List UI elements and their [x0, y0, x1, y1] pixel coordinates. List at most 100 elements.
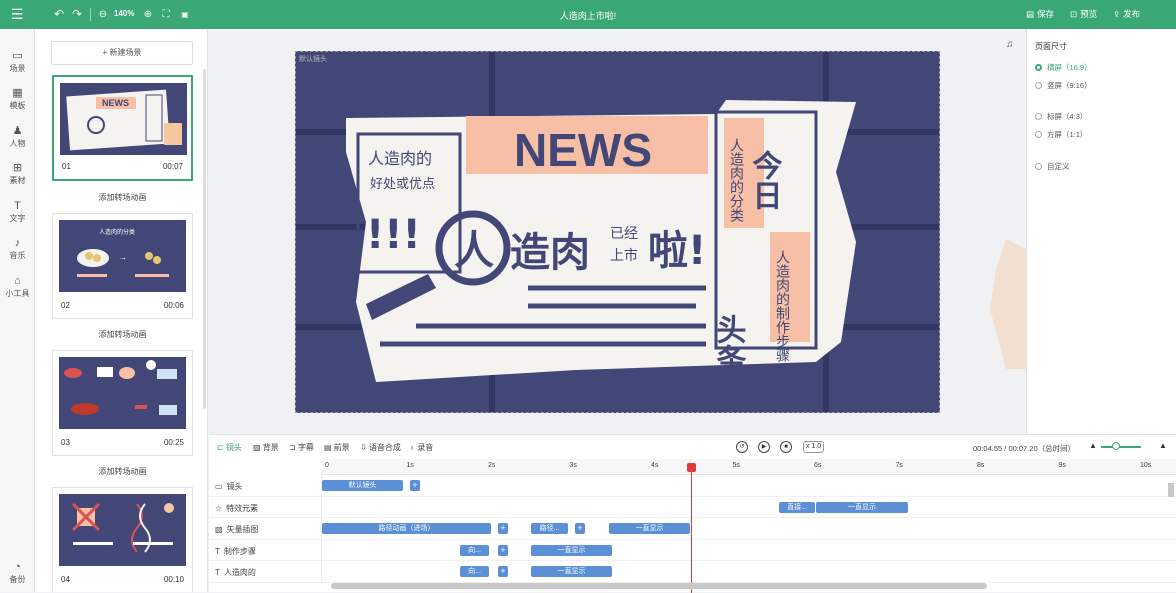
new-scene-button[interactable]: + 新建场景 — [51, 41, 193, 65]
replay-icon[interactable]: ↺ — [736, 441, 748, 453]
tab-record[interactable]: ♁ 录音 — [409, 442, 433, 453]
tab-subtitle[interactable]: ⊐ 字幕 — [289, 442, 314, 453]
timeline-zoom-slider[interactable] — [1101, 446, 1141, 448]
music-note-icon[interactable]: ♫ — [1006, 39, 1014, 50]
page-size-panel: 页面尺寸 横屏（16:9） 竖屏（9:16） 标屏（4:3） 方屏（1:1） 自… — [1026, 29, 1176, 434]
scene-card-01[interactable]: NEWS 01 00:07 — [52, 75, 193, 181]
track-effects: ☆ 特效元素 直接... 一直显示 — [209, 496, 1176, 518]
sidebar-item-backup[interactable]: ◔ 备份 — [0, 561, 35, 585]
fit-screen-icon[interactable]: ▣ — [178, 0, 192, 29]
zoom-in-timeline-icon[interactable]: ▲ — [1159, 441, 1167, 450]
clip-path-animation[interactable]: 路径动画（进场） — [322, 523, 491, 534]
add-clip-button[interactable]: + — [575, 523, 585, 534]
size-option-landscape[interactable]: 横屏（16:9） — [1035, 62, 1092, 73]
ruler-tick: 9s — [1058, 462, 1066, 469]
tab-foreground[interactable]: ▤ 前景 — [324, 442, 350, 453]
size-option-square[interactable]: 方屏（1:1） — [1035, 129, 1087, 140]
sidebar-item-tools[interactable]: ⌂ 小工具 — [0, 275, 35, 299]
scene-duration: 00:25 — [163, 438, 184, 447]
big-chars-meat: 造肉 — [510, 230, 590, 276]
save-icon: ▤ — [1026, 8, 1035, 19]
fullscreen-icon[interactable]: ⛶ — [159, 0, 173, 29]
save-button[interactable]: ▤ 保存 — [1026, 8, 1054, 20]
clip-always-show[interactable]: 一直显示 — [816, 501, 908, 513]
scene-icon: ▭ — [12, 50, 23, 62]
stop-icon[interactable]: ■ — [780, 441, 792, 453]
tab-shot[interactable]: ⊏ 镜头 — [217, 442, 242, 453]
ruler-tick: 2s — [488, 462, 496, 469]
playhead-handle[interactable] — [687, 463, 696, 472]
sidebar-item-template[interactable]: ▦ 模板 — [0, 87, 35, 111]
text-box-icon: T — [215, 568, 220, 577]
add-transition-link[interactable]: 添加转场动画 — [52, 466, 193, 477]
zoom-out-icon[interactable]: ⊖ — [96, 0, 110, 29]
sidebar-item-scene[interactable]: ▭ 场景 — [0, 50, 35, 74]
clip-always-show[interactable]: 一直显示 — [531, 544, 612, 556]
ruler-tick: 4s — [651, 462, 659, 469]
preview-button[interactable]: ⊡ 预览 — [1070, 8, 1097, 20]
ruler-tick: 5s — [732, 462, 740, 469]
slider-handle[interactable] — [1112, 442, 1120, 450]
ruler-tick: 1s — [406, 462, 414, 469]
backup-icon: ◔ — [14, 561, 21, 573]
radio-icon — [1035, 131, 1042, 138]
menu-icon[interactable]: ☰ — [8, 0, 26, 29]
add-clip-button[interactable]: + — [410, 480, 420, 491]
add-transition-link[interactable]: 添加转场动画 — [52, 192, 193, 203]
image-icon: ▧ — [215, 525, 223, 534]
size-option-standard[interactable]: 标屏（4:3） — [1035, 111, 1087, 122]
scene-card-03[interactable]: 03 00:25 — [52, 350, 193, 456]
zoom-in-icon[interactable]: ⊕ — [141, 0, 155, 29]
divider — [90, 8, 91, 21]
play-icon[interactable]: ▶ — [758, 441, 770, 453]
size-option-custom[interactable]: 自定义 — [1035, 161, 1070, 172]
svg-text:→: → — [119, 253, 127, 262]
clip-default-shot[interactable]: 默认镜头 — [322, 480, 403, 491]
sidebar-item-text[interactable]: T 文字 — [0, 200, 35, 224]
scene-card-02[interactable]: 人造肉的分类 → 02 00:06 — [52, 213, 193, 319]
scene-list-scrollbar[interactable] — [203, 69, 206, 409]
size-option-portrait[interactable]: 竖屏（9:16） — [1035, 80, 1092, 91]
add-clip-button[interactable]: + — [498, 566, 508, 577]
redo-icon[interactable]: ↷ — [70, 0, 84, 29]
clip-path[interactable]: 路径... — [531, 523, 568, 534]
scene-card-04[interactable]: 04 00:10 — [52, 487, 193, 592]
timeline-hscroll[interactable] — [331, 583, 987, 589]
news-headline: NEWS — [514, 124, 652, 176]
speed-button[interactable]: x 1.0 — [803, 441, 824, 453]
tab-background[interactable]: ▨ 背景 — [253, 442, 279, 453]
sidebar-item-music[interactable]: ♪ 音乐 — [0, 237, 35, 261]
tab-tts[interactable]: ⇩ 语音合成 — [360, 442, 401, 453]
undo-icon[interactable]: ↶ — [52, 0, 66, 29]
sidebar-item-material[interactable]: ⊞ 素材 — [0, 162, 35, 186]
time-ruler[interactable]: 0 1s 2s 3s 4s 5s 6s 7s 8s 9s 10s — [321, 459, 1176, 475]
text-box-icon: T — [215, 546, 220, 556]
publish-button[interactable]: ⇪ 发布 — [1113, 8, 1140, 20]
already-text: 已经 — [610, 226, 638, 242]
radio-icon — [1035, 113, 1042, 120]
stage[interactable]: NEWS 人造肉的 好处或优点 !!! 人 造肉 已经 上市 啦! 今日 头条 … — [295, 51, 940, 413]
timeline-vscroll[interactable] — [1168, 483, 1174, 497]
ruler-tick: 10s — [1140, 462, 1152, 469]
publish-icon: ⇪ — [1113, 8, 1121, 19]
playhead[interactable] — [691, 463, 692, 593]
add-clip-button[interactable]: + — [498, 523, 508, 534]
add-clip-button[interactable]: + — [498, 544, 508, 556]
clip-direct[interactable]: 直接... — [779, 501, 815, 513]
thumb-title: 人造肉的分类 — [99, 228, 135, 236]
music-icon: ♪ — [14, 237, 21, 249]
clip-always-show[interactable]: 一直显示 — [609, 523, 690, 534]
tools-icon: ⌂ — [14, 275, 21, 287]
scene-duration: 00:10 — [163, 575, 184, 584]
svg-text:NEWS: NEWS — [102, 98, 129, 108]
clip-direction[interactable]: 向... — [460, 566, 489, 577]
clip-always-show[interactable]: 一直显示 — [531, 566, 612, 577]
clip-direction[interactable]: 向... — [460, 544, 489, 556]
sidebar-item-person[interactable]: ♟ 人物 — [0, 125, 35, 149]
exclaim-marks: !!! — [366, 212, 421, 258]
add-transition-link[interactable]: 添加转场动画 — [52, 329, 193, 340]
zoom-out-timeline-icon[interactable]: ▲ — [1089, 441, 1097, 450]
steps-text: 人造肉的制作步骤 — [774, 250, 790, 362]
canvas-area: ♫ NEWS 人造肉的 好处或优点 !!! 人 造肉 已经 上市 啦! 今日 头… — [209, 29, 1026, 434]
ruler-tick: 6s — [814, 462, 822, 469]
